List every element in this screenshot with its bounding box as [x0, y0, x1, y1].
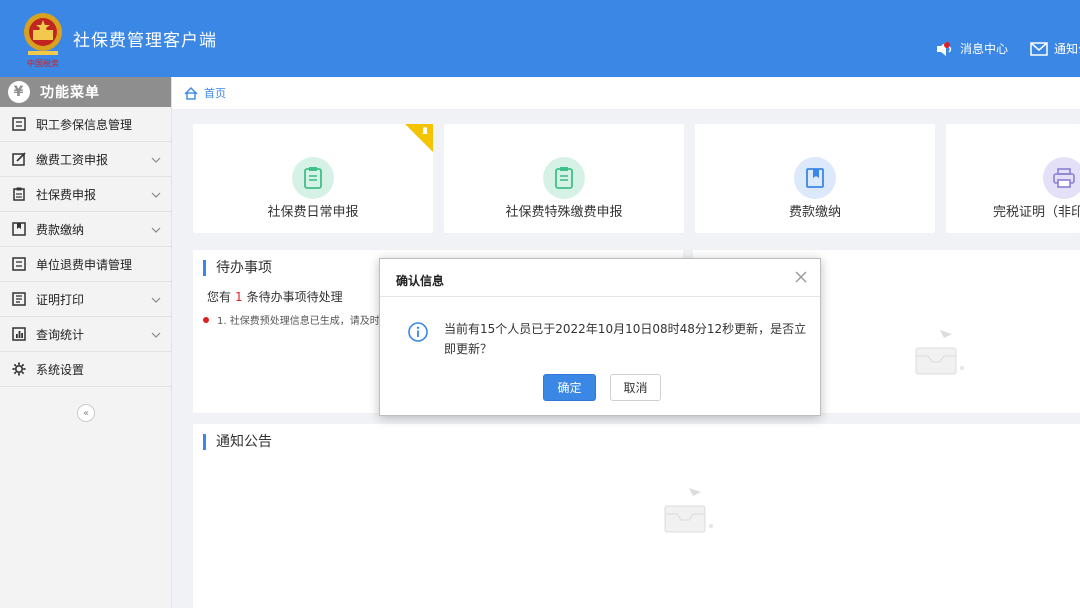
dialog-message: 当前有15个人员已于2022年10月10日08时48分12秒更新，是否立即更新？	[444, 322, 807, 356]
confirm-button[interactable]: 确定	[543, 374, 596, 401]
dialog-header: 确认信息	[380, 259, 820, 297]
info-icon	[408, 322, 428, 342]
dialog-title: 确认信息	[396, 274, 445, 288]
close-icon[interactable]	[794, 270, 808, 284]
confirm-dialog: 确认信息 当前有15个人员已于2022年10月10日08时48分12秒更新，是否…	[379, 258, 821, 416]
cancel-button[interactable]: 取消	[610, 374, 661, 401]
